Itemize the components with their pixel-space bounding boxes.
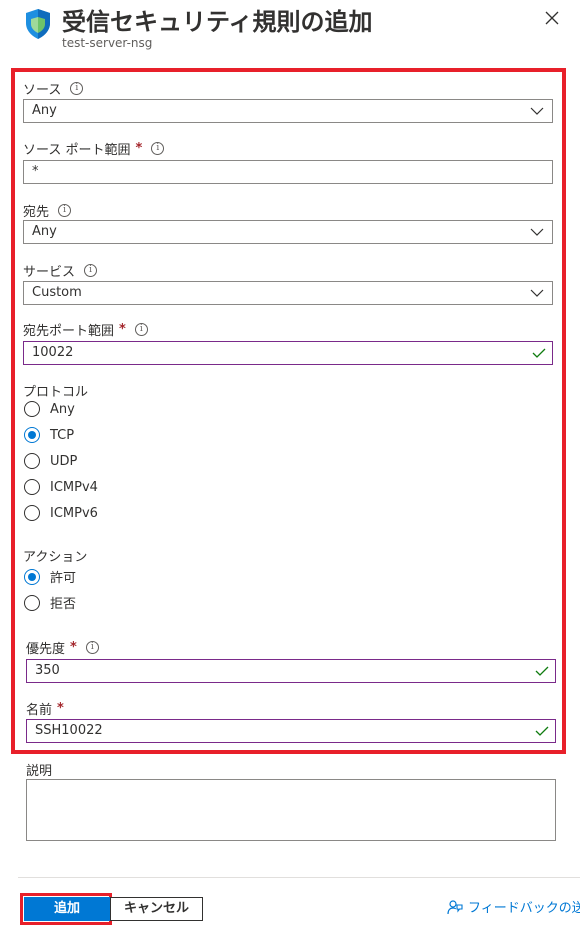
action-option-allow[interactable]: 許可 <box>24 567 76 586</box>
dest-port-input[interactable]: 10022 <box>23 341 553 365</box>
name-input[interactable]: SSH10022 <box>26 719 556 743</box>
action-option-deny[interactable]: 拒否 <box>24 593 76 612</box>
description-textarea[interactable] <box>26 779 556 841</box>
close-icon[interactable] <box>542 8 562 28</box>
description-label: 説明 <box>26 764 53 779</box>
source-label: ソース i <box>23 79 84 98</box>
radio-circle[interactable] <box>24 401 40 417</box>
source-port-input[interactable]: * <box>23 160 553 184</box>
feedback-link[interactable]: フィードバックの送信 <box>447 897 580 916</box>
info-icon[interactable]: i <box>85 641 99 654</box>
radio-circle[interactable] <box>24 568 40 585</box>
protocol-option-any[interactable]: Any <box>24 401 75 417</box>
service-select[interactable]: Custom <box>23 281 553 305</box>
radio-circle[interactable] <box>24 427 40 443</box>
info-icon[interactable]: i <box>84 264 98 277</box>
chevron-down-icon <box>530 228 544 236</box>
page-subtitle: test-server-nsg <box>62 36 153 50</box>
info-icon[interactable]: i <box>70 82 84 95</box>
add-button[interactable]: 追加 <box>24 897 110 921</box>
radio-circle[interactable] <box>24 479 40 495</box>
radio-circle[interactable] <box>24 505 40 521</box>
destination-select[interactable]: Any <box>23 220 553 244</box>
check-icon <box>532 348 546 358</box>
footer-divider <box>18 877 580 878</box>
destination-label: 宛先 i <box>23 201 72 220</box>
source-port-label: ソース ポート範囲 * i <box>23 139 165 158</box>
info-icon[interactable]: i <box>58 204 72 217</box>
shield-icon <box>26 9 50 39</box>
name-label: 名前 * <box>26 701 64 718</box>
page-title: 受信セキュリティ規則の追加 <box>62 8 373 36</box>
check-icon <box>535 726 549 736</box>
feedback-icon <box>447 899 463 914</box>
service-label: サービス i <box>23 261 98 280</box>
protocol-option-udp[interactable]: UDP <box>24 453 77 469</box>
chevron-down-icon <box>530 289 544 297</box>
info-icon[interactable]: i <box>134 323 148 336</box>
chevron-down-icon <box>530 107 544 115</box>
dest-port-label: 宛先ポート範囲 * i <box>23 320 148 339</box>
priority-input[interactable]: 350 <box>26 659 556 683</box>
protocol-option-icmpv6[interactable]: ICMPv6 <box>24 505 98 521</box>
panel-header: 受信セキュリティ規則の追加 test-server-nsg <box>0 0 580 62</box>
protocol-option-tcp[interactable]: TCP <box>24 427 74 443</box>
cancel-button[interactable]: キャンセル <box>110 897 203 921</box>
radio-circle[interactable] <box>24 594 40 611</box>
action-label: アクション <box>23 550 88 565</box>
radio-circle[interactable] <box>24 453 40 469</box>
source-select[interactable]: Any <box>23 99 553 123</box>
info-icon[interactable]: i <box>151 142 165 155</box>
check-icon <box>535 666 549 676</box>
protocol-label: プロトコル <box>23 385 89 400</box>
protocol-option-icmpv4[interactable]: ICMPv4 <box>24 479 98 495</box>
priority-label: 優先度 * i <box>26 638 99 657</box>
